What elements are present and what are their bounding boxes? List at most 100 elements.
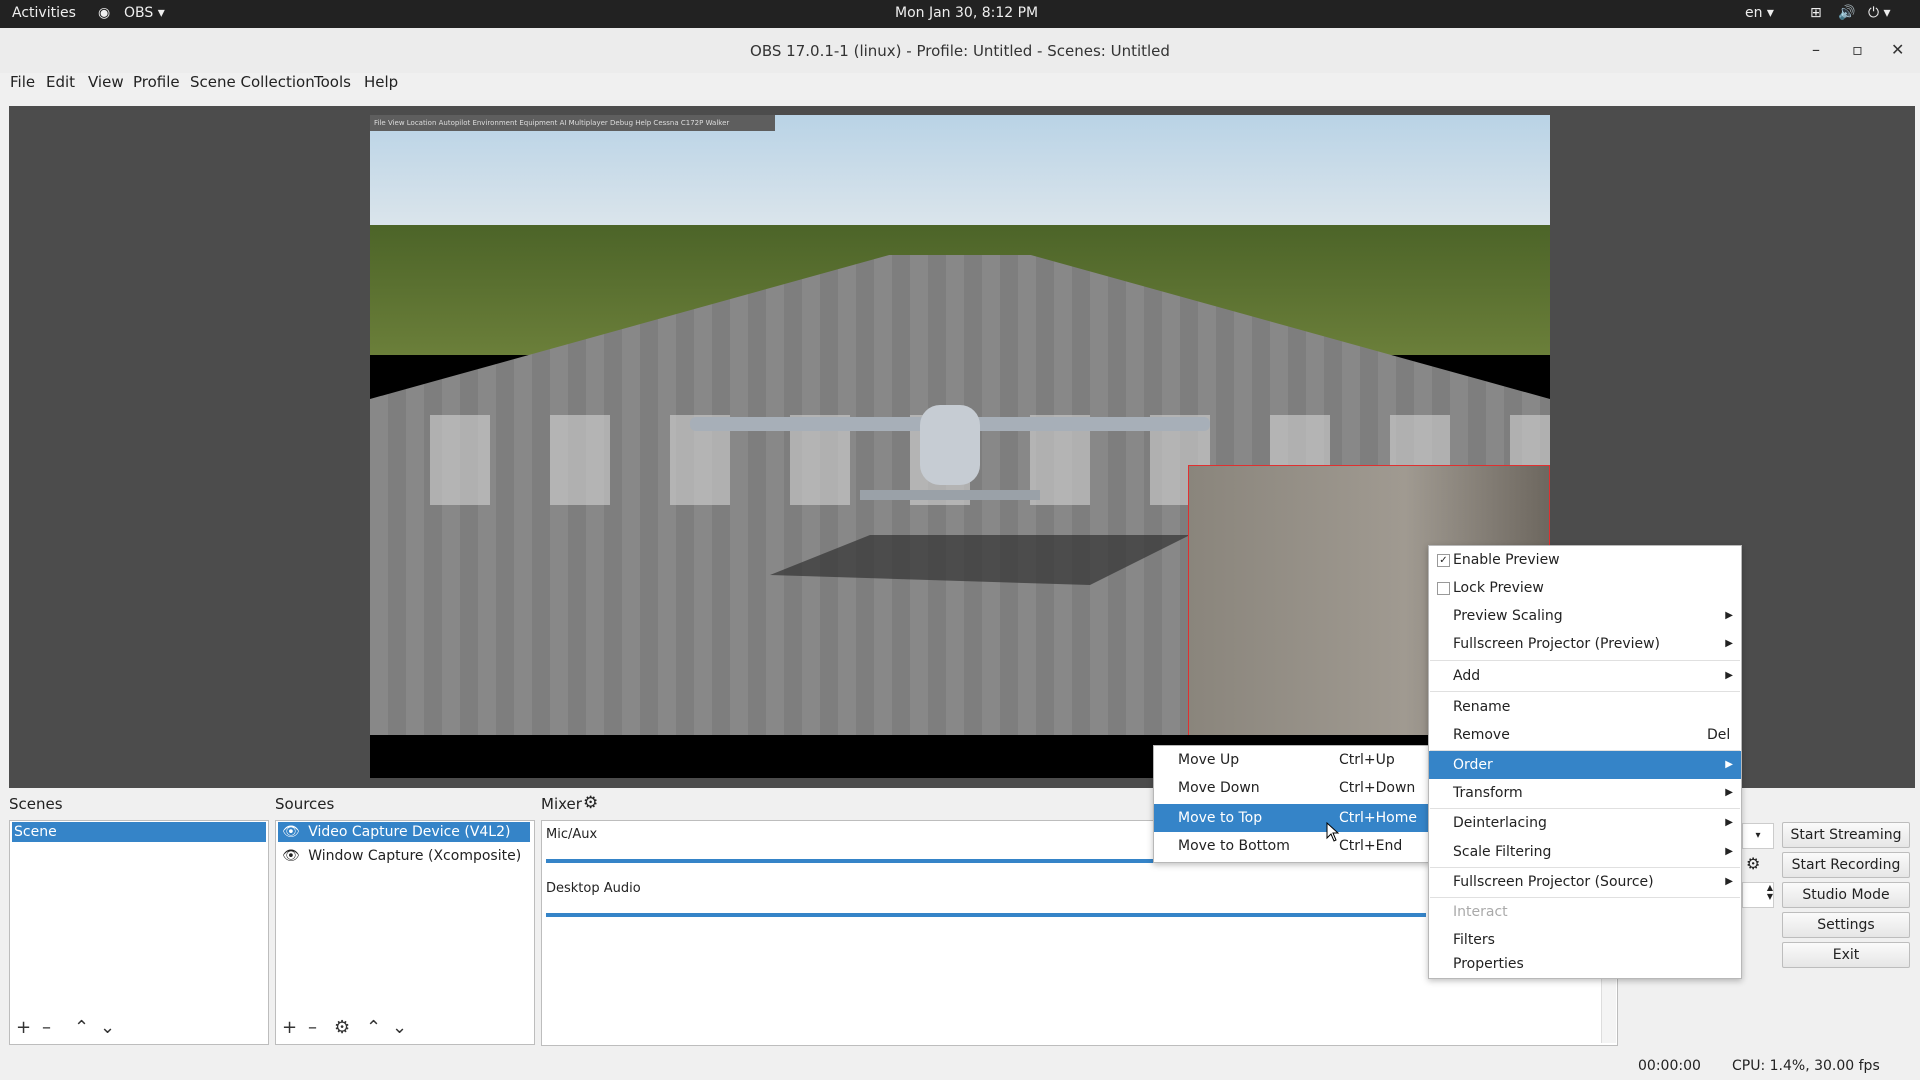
menu-item-shortcut: Del xyxy=(1707,727,1731,743)
menu-item-label: Move to Bottom xyxy=(1178,838,1290,854)
menu-file[interactable]: File xyxy=(10,73,35,91)
submenu-arrow-icon: ▶ xyxy=(1725,638,1733,649)
submenu-arrow-icon: ▶ xyxy=(1725,610,1733,621)
studio-mode-button[interactable]: Studio Mode xyxy=(1782,882,1910,908)
order-item[interactable]: Order ▶ xyxy=(1429,751,1741,779)
power-icon[interactable]: ⏻ ▾ xyxy=(1868,5,1891,21)
maximize-icon[interactable]: ▫ xyxy=(1852,40,1863,59)
mixer-channel-label: Desktop Audio xyxy=(546,881,641,896)
add-item[interactable]: Add ▶ xyxy=(1429,662,1741,690)
menu-item-label: Remove xyxy=(1453,727,1510,743)
submenu-arrow-icon: ▶ xyxy=(1725,817,1733,828)
scenes-list[interactable]: Scene xyxy=(9,820,269,1016)
checkbox-icon[interactable] xyxy=(1437,582,1450,595)
remove-item[interactable]: Remove Del xyxy=(1429,721,1741,749)
system-top-bar: Activities ◉ OBS ▾ Mon Jan 30, 8:12 PM e… xyxy=(0,0,1920,28)
eye-icon[interactable]: 👁 xyxy=(282,824,300,840)
fullscreen-projector-source-item[interactable]: Fullscreen Projector (Source) ▶ xyxy=(1429,868,1741,896)
preview-context-menu: ✓ Enable Preview Lock Preview Preview Sc… xyxy=(1428,545,1742,979)
mouse-cursor-icon xyxy=(1326,822,1340,842)
preview-canvas[interactable]: File View Location Autopilot Environment… xyxy=(370,115,1550,778)
app-menu[interactable]: OBS ▾ xyxy=(124,5,165,21)
submenu-arrow-icon: ▶ xyxy=(1725,846,1733,857)
menu-view[interactable]: View xyxy=(88,73,124,91)
enable-preview-item[interactable]: ✓ Enable Preview xyxy=(1429,546,1741,574)
lock-preview-item[interactable]: Lock Preview xyxy=(1429,574,1741,602)
source-item[interactable]: 👁 Window Capture (Xcomposite) xyxy=(278,846,530,866)
source-item[interactable]: 👁 Video Capture Device (V4L2) xyxy=(278,822,530,842)
menu-item-label: Deinterlacing xyxy=(1453,815,1547,831)
menu-item-label: Lock Preview xyxy=(1453,580,1544,596)
exit-button[interactable]: Exit xyxy=(1782,942,1910,968)
add-icon[interactable]: + xyxy=(282,1017,297,1038)
volume-slider[interactable] xyxy=(546,913,1426,917)
minimize-icon[interactable]: – xyxy=(1812,40,1820,59)
submenu-arrow-icon: ▶ xyxy=(1725,759,1733,770)
remove-icon[interactable]: – xyxy=(42,1017,51,1038)
menu-profile[interactable]: Profile xyxy=(133,73,180,91)
fullscreen-projector-preview-item[interactable]: Fullscreen Projector (Preview) ▶ xyxy=(1429,630,1741,658)
sources-label: Sources xyxy=(275,795,335,813)
menu-item-label: Move Up xyxy=(1178,752,1240,768)
transition-dropdown[interactable]: ▾ xyxy=(1742,823,1774,849)
scenes-label: Scenes xyxy=(9,795,63,813)
activities-button[interactable]: Activities xyxy=(12,5,76,21)
network-icon[interactable]: ⊞ xyxy=(1810,5,1822,21)
menu-item-label: Move to Top xyxy=(1178,810,1263,826)
preview-scaling-item[interactable]: Preview Scaling ▶ xyxy=(1429,602,1741,630)
move-up-item[interactable]: Move Up Ctrl+Up xyxy=(1154,746,1430,774)
mixer-channel-label: Mic/Aux xyxy=(546,827,598,842)
menu-item-shortcut: Ctrl+Down xyxy=(1339,780,1416,796)
start-streaming-button[interactable]: Start Streaming xyxy=(1782,822,1910,848)
menu-item-label: Rename xyxy=(1453,699,1511,715)
submenu-arrow-icon: ▶ xyxy=(1725,876,1733,887)
sim-menubar: File View Location Autopilot Environment… xyxy=(370,115,775,131)
menu-item-label: Fullscreen Projector (Preview) xyxy=(1453,636,1661,652)
menu-item-label: Preview Scaling xyxy=(1453,608,1563,624)
gear-icon[interactable]: ⚙ xyxy=(334,1017,350,1038)
move-to-bottom-item[interactable]: Move to Bottom Ctrl+End xyxy=(1154,832,1430,860)
settings-button[interactable]: Settings xyxy=(1782,912,1910,938)
menu-item-label: Interact xyxy=(1453,904,1508,920)
scenes-toolbar: + – ⌃ ⌄ xyxy=(9,1014,269,1045)
volume-icon[interactable]: 🔊 xyxy=(1838,5,1855,21)
menu-tools[interactable]: Tools xyxy=(314,73,351,91)
properties-item[interactable]: Properties xyxy=(1429,950,1741,978)
scene-item[interactable]: Scene xyxy=(12,822,266,842)
menu-help[interactable]: Help xyxy=(364,73,398,91)
scale-filtering-item[interactable]: Scale Filtering ▶ xyxy=(1429,838,1741,866)
window-title: OBS 17.0.1-1 (linux) - Profile: Untitled… xyxy=(750,42,1170,60)
sources-list[interactable]: 👁 Video Capture Device (V4L2) 👁 Window C… xyxy=(275,820,535,1016)
duration-spinner[interactable]: ▲ ▼ xyxy=(1742,882,1774,908)
transform-item[interactable]: Transform ▶ xyxy=(1429,779,1741,807)
gear-icon[interactable]: ⚙ xyxy=(583,793,598,813)
window-titlebar: OBS 17.0.1-1 (linux) - Profile: Untitled… xyxy=(0,28,1920,74)
source-label: Video Capture Device (V4L2) xyxy=(308,824,511,840)
move-up-icon[interactable]: ⌃ xyxy=(366,1017,381,1038)
remove-icon[interactable]: – xyxy=(308,1017,317,1038)
close-icon[interactable]: ✕ xyxy=(1891,40,1904,59)
obs-logo-icon: ◉ xyxy=(98,5,111,21)
eye-icon[interactable]: 👁 xyxy=(282,848,300,864)
menu-item-label: Order xyxy=(1453,757,1493,773)
checkbox-checked-icon[interactable]: ✓ xyxy=(1437,554,1450,567)
menu-scene-collection[interactable]: Scene Collection xyxy=(190,73,315,91)
rename-item[interactable]: Rename xyxy=(1429,693,1741,721)
submenu-arrow-icon: ▶ xyxy=(1725,787,1733,798)
add-icon[interactable]: + xyxy=(16,1017,31,1038)
move-down-icon[interactable]: ⌄ xyxy=(392,1017,407,1038)
language-selector[interactable]: en ▾ xyxy=(1745,5,1774,21)
move-down-item[interactable]: Move Down Ctrl+Down xyxy=(1154,774,1430,802)
start-recording-button[interactable]: Start Recording xyxy=(1782,852,1910,878)
menu-item-shortcut: Ctrl+End xyxy=(1339,838,1403,854)
move-down-icon[interactable]: ⌄ xyxy=(100,1017,115,1038)
move-up-icon[interactable]: ⌃ xyxy=(74,1017,89,1038)
deinterlacing-item[interactable]: Deinterlacing ▶ xyxy=(1429,809,1741,837)
menu-item-shortcut: Ctrl+Up xyxy=(1339,752,1395,768)
source-label: Window Capture (Xcomposite) xyxy=(308,848,522,864)
menu-item-label: Move Down xyxy=(1178,780,1260,796)
gear-icon[interactable]: ⚙ xyxy=(1746,854,1760,873)
move-to-top-item[interactable]: Move to Top Ctrl+Home xyxy=(1154,804,1430,832)
clock[interactable]: Mon Jan 30, 8:12 PM xyxy=(895,5,1038,21)
menu-edit[interactable]: Edit xyxy=(46,73,75,91)
